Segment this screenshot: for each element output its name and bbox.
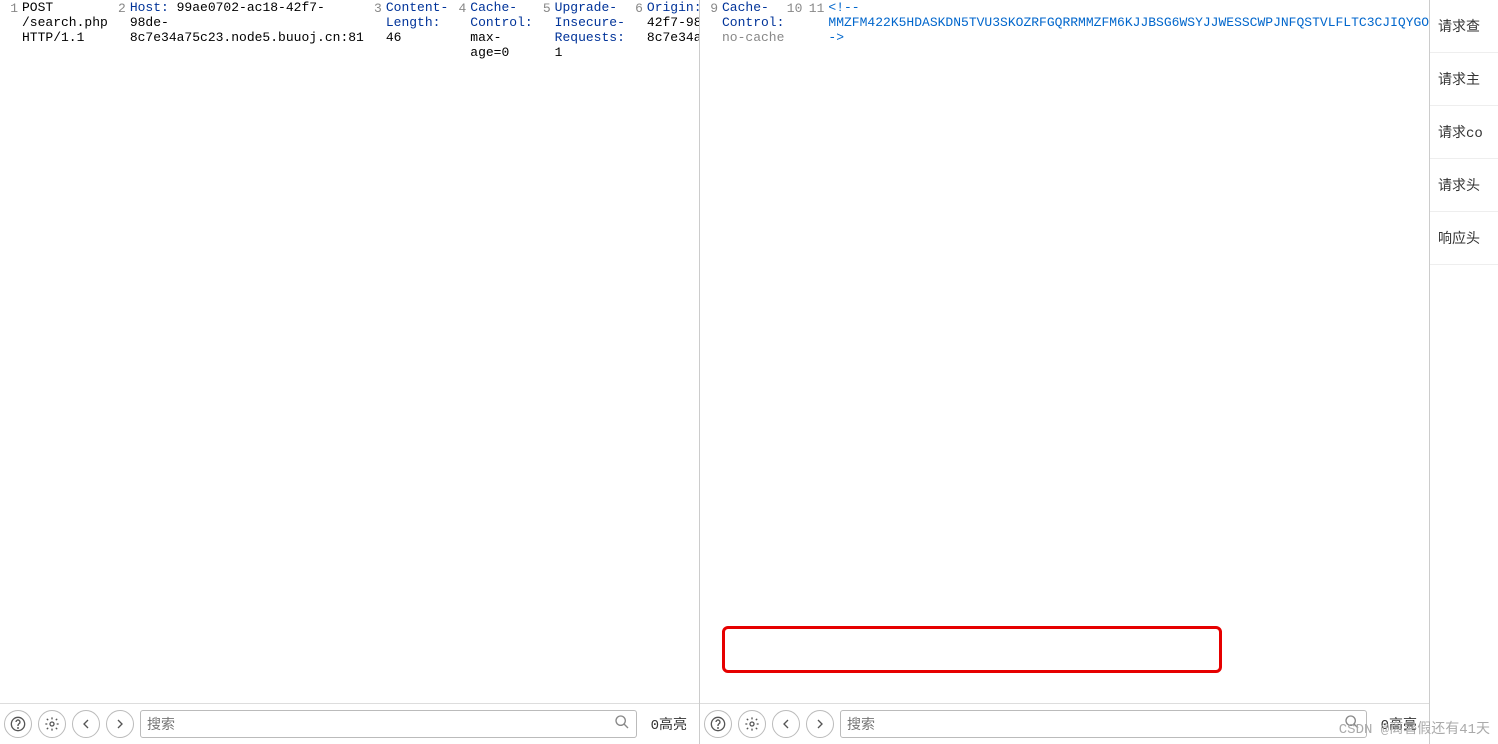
highlight-count-left: 0高亮 <box>643 714 695 734</box>
sidebar-tab-3[interactable]: 请求头 <box>1430 159 1498 212</box>
code-line[interactable]: <!--MMZFM422K5HDASKDN5TVU3SKOZRFGQRRMMZF… <box>828 0 1429 120</box>
left-search[interactable] <box>140 710 637 738</box>
left-footer: 0高亮 <box>0 703 699 744</box>
right-search[interactable] <box>840 710 1367 738</box>
line-number: 4 <box>448 0 470 105</box>
line-number: 9 <box>700 0 722 120</box>
flag-highlight-box <box>722 626 1222 673</box>
sidebar-tab-2[interactable]: 请求co <box>1430 106 1498 159</box>
settings-button[interactable] <box>738 710 766 738</box>
back-button[interactable] <box>72 710 100 738</box>
search-input[interactable] <box>847 716 1344 732</box>
help-button[interactable] <box>704 710 732 738</box>
sidebar-tabs: 请求查请求主请求co请求头响应头 <box>1430 0 1498 744</box>
line-number: 2 <box>108 0 130 105</box>
sidebar-tab-0[interactable]: 请求查 <box>1430 0 1498 53</box>
code-line[interactable]: POST /search.php HTTP/1.1 <box>22 0 108 105</box>
response-panel: 9Cache-Control: no-cache1011<!--MMZFM422… <box>700 0 1430 744</box>
forward-button[interactable] <box>806 710 834 738</box>
line-number: 6 <box>625 0 647 105</box>
line-number: 1 <box>0 0 22 105</box>
line-number: 11 <box>806 0 828 120</box>
line-number: 3 <box>364 0 386 105</box>
settings-button[interactable] <box>38 710 66 738</box>
code-line[interactable]: Cache-Control: max-age=0 <box>470 0 532 105</box>
sidebar-tab-1[interactable]: 请求主 <box>1430 53 1498 106</box>
search-icon <box>1344 714 1360 734</box>
request-panel: 1POST /search.php HTTP/1.12Host: 99ae070… <box>0 0 700 744</box>
forward-button[interactable] <box>106 710 134 738</box>
code-line[interactable]: Cache-Control: no-cache <box>722 0 784 120</box>
code-line[interactable]: Origin: http://99ae0702-ac18-42f7-98de-8… <box>647 0 699 105</box>
response-code-area[interactable]: 9Cache-Control: no-cache1011<!--MMZFM422… <box>700 0 1429 703</box>
right-footer: 0高亮 <box>700 703 1429 744</box>
sidebar-tab-4[interactable]: 响应头 <box>1430 212 1498 265</box>
search-input[interactable] <box>147 716 614 732</box>
search-icon <box>614 714 630 734</box>
code-line[interactable]: Content-Length: 46 <box>386 0 448 105</box>
code-line[interactable]: Host: 99ae0702-ac18-42f7-98de-8c7e34a75c… <box>130 0 364 105</box>
help-button[interactable] <box>4 710 32 738</box>
back-button[interactable] <box>772 710 800 738</box>
request-code-area[interactable]: 1POST /search.php HTTP/1.12Host: 99ae070… <box>0 0 699 703</box>
highlight-count-right: 0高亮 <box>1373 714 1425 734</box>
code-line[interactable]: Upgrade-Insecure-Requests: 1 <box>555 0 625 105</box>
line-number: 10 <box>784 0 806 120</box>
line-number: 5 <box>533 0 555 105</box>
